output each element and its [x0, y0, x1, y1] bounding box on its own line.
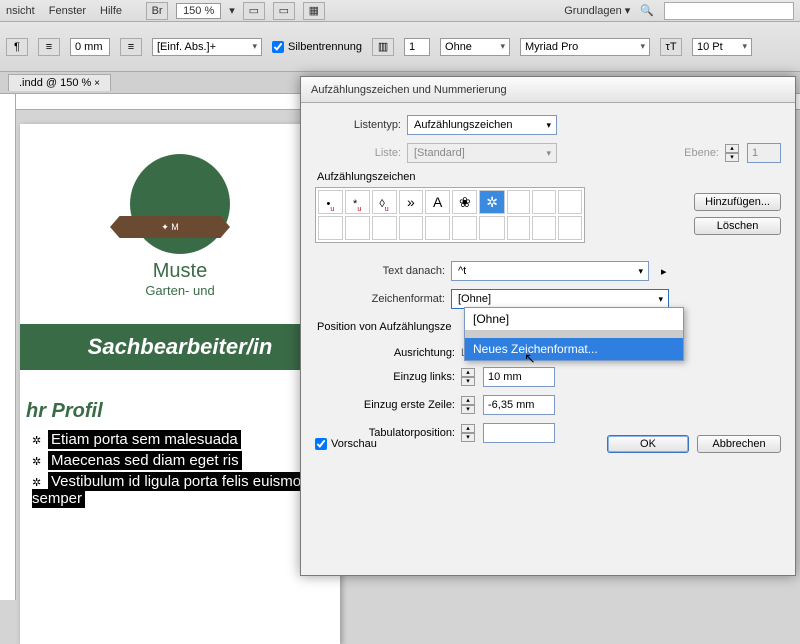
dropdown-item-ohne[interactable]: [Ohne]	[465, 308, 683, 330]
vorschau-checkbox[interactable]: Vorschau	[315, 438, 377, 450]
view-mode-icon[interactable]: ▭	[243, 2, 265, 20]
para-icon[interactable]: ¶	[6, 38, 28, 56]
menu-ansicht[interactable]: nsicht	[6, 5, 35, 17]
zeichenformat-label: Zeichenformat:	[315, 293, 445, 305]
hyphenation-checkbox[interactable]: Silbentrennung	[272, 41, 362, 53]
para-style-select[interactable]: [Einf. Abs.]+	[152, 38, 262, 56]
ausrichtung-label: Ausrichtung:	[315, 347, 455, 359]
logo: ✦ M	[120, 154, 240, 254]
dropdown-item-new-style[interactable]: Neues Zeichenformat...	[465, 338, 683, 360]
document-tab[interactable]: .indd @ 150 % ×	[8, 74, 111, 91]
delete-button[interactable]: Löschen	[694, 217, 781, 235]
glyph-cell[interactable]: •u	[318, 190, 343, 214]
listentyp-label: Listentyp:	[315, 119, 401, 131]
ruler-vertical	[0, 94, 16, 600]
columns-field[interactable]: 1	[404, 38, 430, 56]
bullet-list: ✲Etiam porta sem malesuada ✲Maecenas sed…	[20, 431, 340, 507]
type-size-icon: τT	[660, 38, 682, 56]
einzug-erste-stepper[interactable]: ▴▾	[461, 396, 475, 414]
control-panel: ¶ ≡ 0 mm ≡ [Einf. Abs.]+ Silbentrennung …	[0, 22, 800, 72]
glyph-cell[interactable]: ❀	[452, 190, 477, 214]
einzug-links-stepper[interactable]: ▴▾	[461, 368, 475, 386]
indent2-icon[interactable]: ≡	[120, 38, 142, 56]
liste-select: [Standard]	[407, 143, 557, 163]
columns-icon[interactable]: ▥	[372, 38, 394, 56]
tagline: Garten- und	[20, 283, 340, 298]
bullet-glyph-icon: ✲	[32, 476, 48, 489]
text-danach-label: Text danach:	[315, 265, 445, 277]
text-danach-field[interactable]: ^t	[451, 261, 649, 281]
zeichenformat-select[interactable]: [Ohne]	[451, 289, 669, 309]
arrange-icon[interactable]: ▦	[303, 2, 325, 20]
einzug-erste-label: Einzug erste Zeile:	[315, 399, 455, 411]
logo-ribbon: ✦ M	[110, 216, 230, 238]
glyph-cell[interactable]: »	[399, 190, 424, 214]
liste-label: Liste:	[315, 147, 401, 159]
listentyp-select[interactable]: Aufzählungszeichen	[407, 115, 557, 135]
menu-fenster[interactable]: Fenster	[49, 5, 86, 17]
cancel-button[interactable]: Abbrechen	[697, 435, 781, 453]
add-button[interactable]: Hinzufügen...	[694, 193, 781, 211]
font-size-select[interactable]: 10 Pt	[692, 38, 752, 56]
einzug-links-label: Einzug links:	[315, 371, 455, 383]
glyph-cell[interactable]: A	[425, 190, 450, 214]
ok-button[interactable]: OK	[607, 435, 689, 453]
company-name: Muste	[20, 260, 340, 283]
screen-mode-icon[interactable]: ▭	[273, 2, 295, 20]
zoom-chevron-icon[interactable]: ▾	[229, 4, 235, 17]
section-heading: hr Profil	[26, 400, 340, 423]
workspace-selector[interactable]: Grundlagen ▾	[564, 4, 630, 17]
bullet-glyph-icon: ✲	[32, 455, 48, 468]
bullets-group-label: Aufzählungszeichen	[317, 171, 781, 183]
einzug-links-field[interactable]	[483, 367, 555, 387]
bridge-button[interactable]: Br	[146, 2, 168, 20]
zoom-level[interactable]: 150 %	[176, 3, 221, 19]
align-icon[interactable]: ≡	[38, 38, 60, 56]
job-title-bar: Sachbearbeiter/in	[20, 324, 340, 370]
list-item[interactable]: ✲Vestibulum id ligula porta felis euismo…	[32, 473, 340, 507]
menu-bar: nsicht Fenster Hilfe Br 150 % ▾ ▭ ▭ ▦ Gr…	[0, 0, 800, 22]
ebene-label: Ebene:	[684, 147, 719, 159]
ebene-stepper: ▴▾	[725, 144, 739, 162]
flyout-icon[interactable]: ▸	[661, 265, 667, 278]
search-input[interactable]	[664, 2, 794, 20]
search-icon: 🔍	[640, 4, 654, 17]
glyph-cell[interactable]: *u	[345, 190, 370, 214]
menu-hilfe[interactable]: Hilfe	[100, 5, 122, 17]
bullet-glyph-table[interactable]: •u *u ◊u » A ❀ ✲	[315, 187, 585, 243]
dialog-title: Aufzählungszeichen und Nummerierung	[301, 77, 795, 103]
page: ✦ M Muste Garten- und Sachbearbeiter/in …	[20, 124, 340, 644]
list-item[interactable]: ✲Maecenas sed diam eget ris	[32, 452, 340, 469]
list-item[interactable]: ✲Etiam porta sem malesuada	[32, 431, 340, 448]
ebene-field	[747, 143, 781, 163]
span-select[interactable]: Ohne	[440, 38, 510, 56]
font-select[interactable]: Myriad Pro	[520, 38, 650, 56]
einzug-erste-field[interactable]	[483, 395, 555, 415]
bullet-glyph-icon: ✲	[32, 434, 48, 447]
zeichenformat-dropdown: [Ohne] Neues Zeichenformat...	[464, 307, 684, 361]
glyph-cell[interactable]: ◊u	[372, 190, 397, 214]
bullets-numbering-dialog: Aufzählungszeichen und Nummerierung List…	[300, 76, 796, 576]
indent-field[interactable]: 0 mm	[70, 38, 110, 56]
glyph-cell-selected[interactable]: ✲	[479, 190, 504, 214]
